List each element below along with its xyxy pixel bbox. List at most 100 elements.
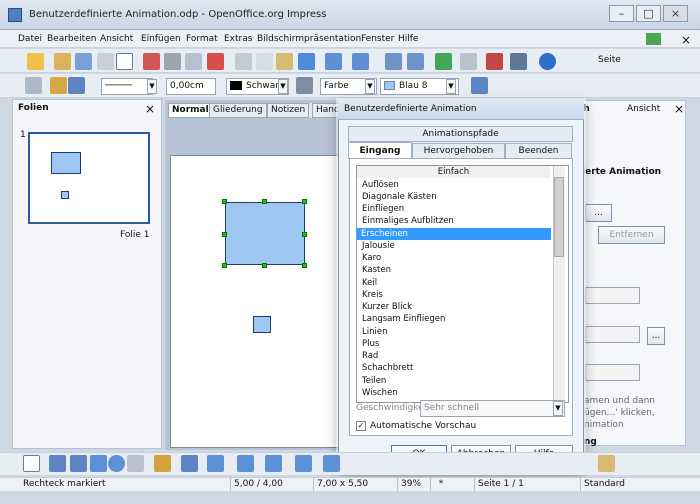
line-width-field[interactable]: 0,00cm <box>166 78 216 95</box>
effect-einmaliges-aufblitzen[interactable]: Einmaliges Aufblitzen <box>358 215 548 227</box>
spellcheck-icon[interactable] <box>207 53 224 70</box>
add-effect-button[interactable]: ... <box>585 204 612 222</box>
table-icon[interactable] <box>407 53 424 70</box>
effect-jalousie[interactable]: Jalousie <box>358 240 548 252</box>
cut-icon[interactable] <box>235 53 252 70</box>
line-style-dropdown[interactable]: ▼ <box>147 79 157 94</box>
chart-icon[interactable] <box>385 53 402 70</box>
fill-color-dropdown[interactable]: ▼ <box>446 79 456 94</box>
ellipse-tool-icon[interactable] <box>108 455 125 472</box>
menu-hilfe[interactable]: Hilfe <box>398 34 418 44</box>
resize-handle[interactable] <box>222 199 227 204</box>
curve-tool-icon[interactable] <box>154 455 171 472</box>
effect-list-scroll-thumb[interactable] <box>554 177 564 257</box>
format-brush-icon[interactable] <box>298 53 315 70</box>
slide-canvas[interactable] <box>170 155 340 448</box>
resize-handle[interactable] <box>222 263 227 268</box>
symbol-shapes-icon[interactable] <box>237 455 254 472</box>
tab-eingang[interactable]: Eingang <box>348 142 412 159</box>
speed-select[interactable]: Sehr schnell <box>420 400 565 417</box>
menu-ansicht[interactable]: Ansicht <box>100 34 133 44</box>
copy-icon[interactable] <box>256 53 273 70</box>
tab-handzettel[interactable]: Hand <box>312 103 340 118</box>
speed-dropdown[interactable]: ▼ <box>553 401 563 416</box>
zoom-icon[interactable] <box>510 53 527 70</box>
shadow-icon[interactable] <box>471 77 488 94</box>
slides-close-icon[interactable]: × <box>145 102 155 116</box>
close-button[interactable]: × <box>663 5 688 22</box>
effect-diagonale-kaesten[interactable]: Diagonale Kästen <box>358 191 548 203</box>
menu-fenster[interactable]: Fenster <box>361 34 394 44</box>
preview-icon[interactable] <box>185 53 202 70</box>
selected-rectangle[interactable] <box>225 202 305 265</box>
line-icon[interactable] <box>50 77 67 94</box>
effect-schachbrett[interactable]: Schachbrett <box>358 362 548 374</box>
connector-tool-icon[interactable] <box>181 455 198 472</box>
grid-icon[interactable] <box>460 53 477 70</box>
paste-icon[interactable] <box>276 53 293 70</box>
navigator-icon[interactable] <box>435 53 452 70</box>
maximize-button[interactable]: □ <box>636 5 661 22</box>
effect-wischen[interactable]: Wischen <box>358 387 548 399</box>
mail-icon[interactable] <box>97 53 114 70</box>
resize-handle[interactable] <box>302 199 307 204</box>
menu-extras[interactable]: Extras <box>224 34 252 44</box>
effect-rad[interactable]: Rad <box>358 350 548 362</box>
menu-format[interactable]: Format <box>186 34 218 44</box>
arrow-tool-icon[interactable] <box>70 455 87 472</box>
callouts-icon[interactable] <box>323 455 340 472</box>
print-icon[interactable] <box>164 53 181 70</box>
update-icon[interactable] <box>646 33 661 45</box>
line-color-dropdown[interactable]: ▼ <box>278 79 288 94</box>
resize-handle[interactable] <box>262 263 267 268</box>
effect-aufloesen[interactable]: Auflösen <box>358 179 548 191</box>
menu-close-icon[interactable]: × <box>681 33 691 47</box>
open-icon[interactable] <box>54 53 71 70</box>
effect-einfliegen[interactable]: Einfliegen <box>358 203 548 215</box>
fill-type-dropdown[interactable]: ▼ <box>365 79 375 94</box>
tab-beenden[interactable]: Beenden <box>505 143 572 159</box>
animation-paths-tab[interactable]: Animationspfade <box>348 126 573 142</box>
task-pane-view-menu[interactable]: Ansicht <box>627 104 660 114</box>
effect-kreis[interactable]: Kreis <box>358 289 548 301</box>
tab-notizen[interactable]: Notizen <box>267 103 310 118</box>
tab-gliederung[interactable]: Gliederung <box>209 103 267 118</box>
small-rectangle[interactable] <box>253 316 271 333</box>
automatic-preview-checkbox[interactable]: ✓ <box>356 421 366 431</box>
effect-teilen[interactable]: Teilen <box>358 375 548 387</box>
properties-icon[interactable] <box>25 77 42 94</box>
resize-handle[interactable] <box>222 232 227 237</box>
tab-normal[interactable]: Normal <box>168 103 213 118</box>
effect-plus[interactable]: Plus <box>358 338 548 350</box>
effect-keil[interactable]: Keil <box>358 277 548 289</box>
effect-langsam-einfliegen[interactable]: Langsam Einfliegen <box>358 313 548 325</box>
task-pane-close-icon[interactable]: × <box>674 102 684 116</box>
extrusion-icon[interactable] <box>598 455 615 472</box>
speed-field[interactable] <box>585 364 640 381</box>
menu-einfuegen[interactable]: Einfügen <box>141 34 181 44</box>
resize-handle[interactable] <box>302 232 307 237</box>
arrow-style-icon[interactable] <box>68 77 85 94</box>
resize-handle[interactable] <box>262 199 267 204</box>
options-button[interactable]: ... <box>647 327 665 345</box>
effect-erscheinen[interactable]: Erscheinen <box>357 228 551 240</box>
remove-effect-button[interactable]: Entfernen <box>598 226 665 244</box>
draw-functions-icon[interactable] <box>486 53 503 70</box>
new-icon[interactable] <box>27 53 44 70</box>
block-arrows-icon[interactable] <box>265 455 282 472</box>
start-field[interactable] <box>585 287 640 304</box>
undo-icon[interactable] <box>325 53 342 70</box>
menu-bildschirmpraesentation[interactable]: Bildschirmpräsentation <box>257 34 361 44</box>
slide-thumbnail[interactable] <box>28 132 150 224</box>
basic-shapes-icon[interactable] <box>207 455 224 472</box>
menu-datei[interactable]: Datei <box>18 34 42 44</box>
effect-kurzer-blick[interactable]: Kurzer Blick <box>358 301 548 313</box>
effect-kasten[interactable]: Kasten <box>358 264 548 276</box>
select-icon[interactable] <box>23 455 40 472</box>
property-field[interactable] <box>585 326 640 343</box>
line-tool-icon[interactable] <box>49 455 66 472</box>
edit-icon[interactable] <box>116 53 133 70</box>
save-icon[interactable] <box>75 53 92 70</box>
text-tool-icon[interactable] <box>127 455 144 472</box>
tab-hervorgehoben[interactable]: Hervorgehoben <box>412 143 505 159</box>
